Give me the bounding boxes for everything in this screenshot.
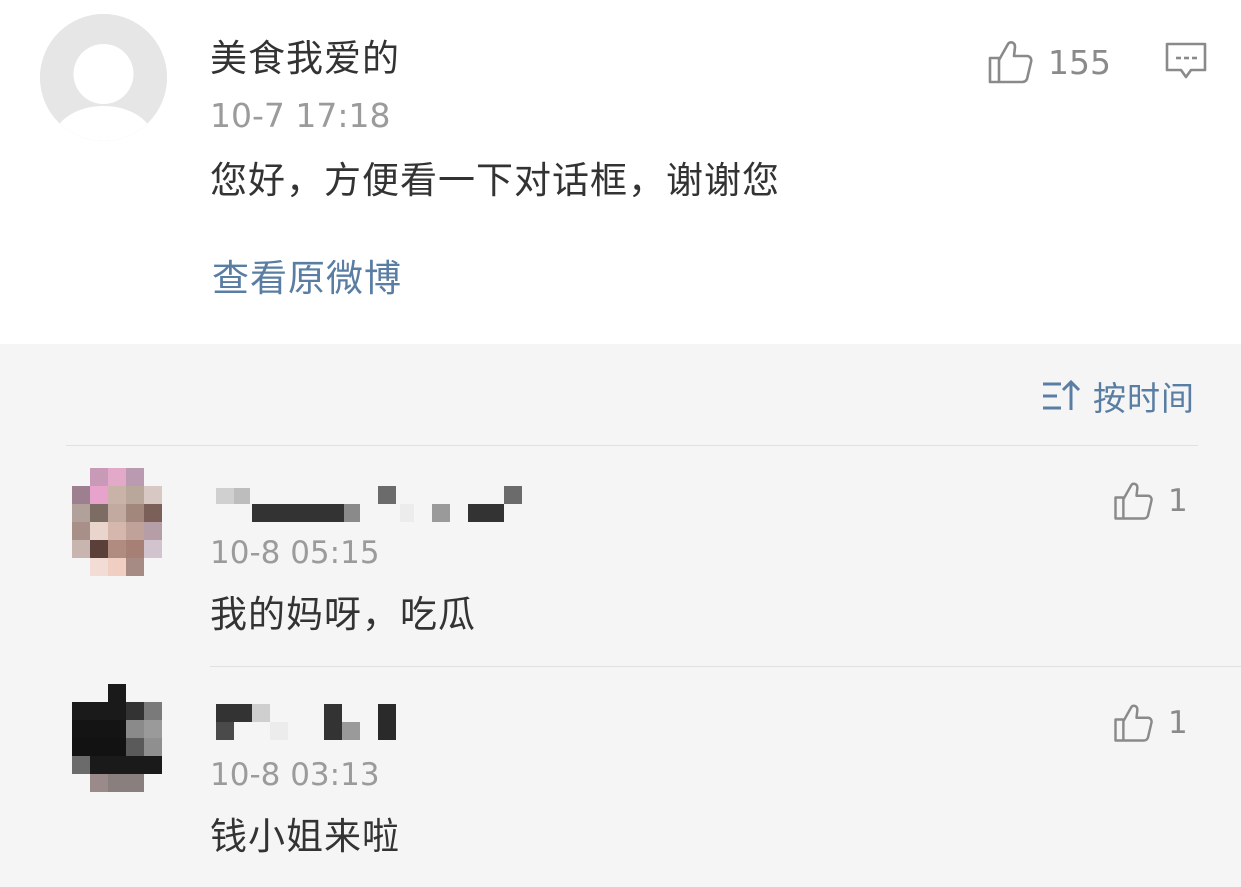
sort-by-time-button[interactable]: 按时间: [1041, 372, 1195, 420]
view-original-link[interactable]: 查看原微博: [212, 256, 402, 302]
sort-label: 按时间: [1093, 379, 1195, 418]
reply-text: 钱小姐来啦: [210, 815, 400, 858]
redacted-username: [216, 704, 396, 740]
reply-avatar[interactable]: [62, 684, 162, 810]
reply-time: 10-8 05:15: [210, 535, 380, 571]
comment-icon: [1165, 42, 1207, 79]
pixelated-avatar: [72, 684, 162, 792]
reply-text: 我的妈呀，吃瓜: [210, 593, 476, 636]
post-like-count: 155: [1048, 42, 1111, 82]
pixelated-avatar: [72, 468, 162, 576]
reply-username-redacted[interactable]: [214, 702, 414, 740]
reply-username-redacted[interactable]: [214, 482, 524, 522]
reply-time: 10-8 03:13: [210, 757, 380, 793]
divider: [66, 445, 1198, 446]
replies-section: 按时间 10-8 05:15 我的妈呀，吃瓜 1 10-8 03:13 钱小姐来…: [0, 344, 1241, 887]
reply-like-count: 1: [1168, 705, 1188, 741]
comment-button[interactable]: [1164, 40, 1208, 88]
thumbs-up-icon: [988, 41, 1033, 84]
post-username[interactable]: 美食我爱的: [210, 36, 400, 82]
redacted-username: [216, 486, 522, 522]
post-time: 10-7 17:18: [210, 96, 391, 135]
divider: [210, 666, 1241, 667]
thumbs-up-icon: [1114, 482, 1153, 520]
thumbs-up-icon: [1114, 704, 1153, 742]
reply-like-count: 1: [1168, 483, 1188, 519]
reply-avatar[interactable]: [62, 462, 162, 588]
post-text: 您好，方便看一下对话框，谢谢您: [210, 159, 780, 202]
reply-like-button[interactable]: 1: [1112, 702, 1188, 744]
reply-like-button[interactable]: 1: [1112, 480, 1188, 522]
sort-icon: [1043, 379, 1081, 410]
post-like-button[interactable]: 155: [986, 36, 1111, 88]
avatar-placeholder-icon: [40, 14, 167, 141]
main-avatar[interactable]: [40, 14, 167, 141]
